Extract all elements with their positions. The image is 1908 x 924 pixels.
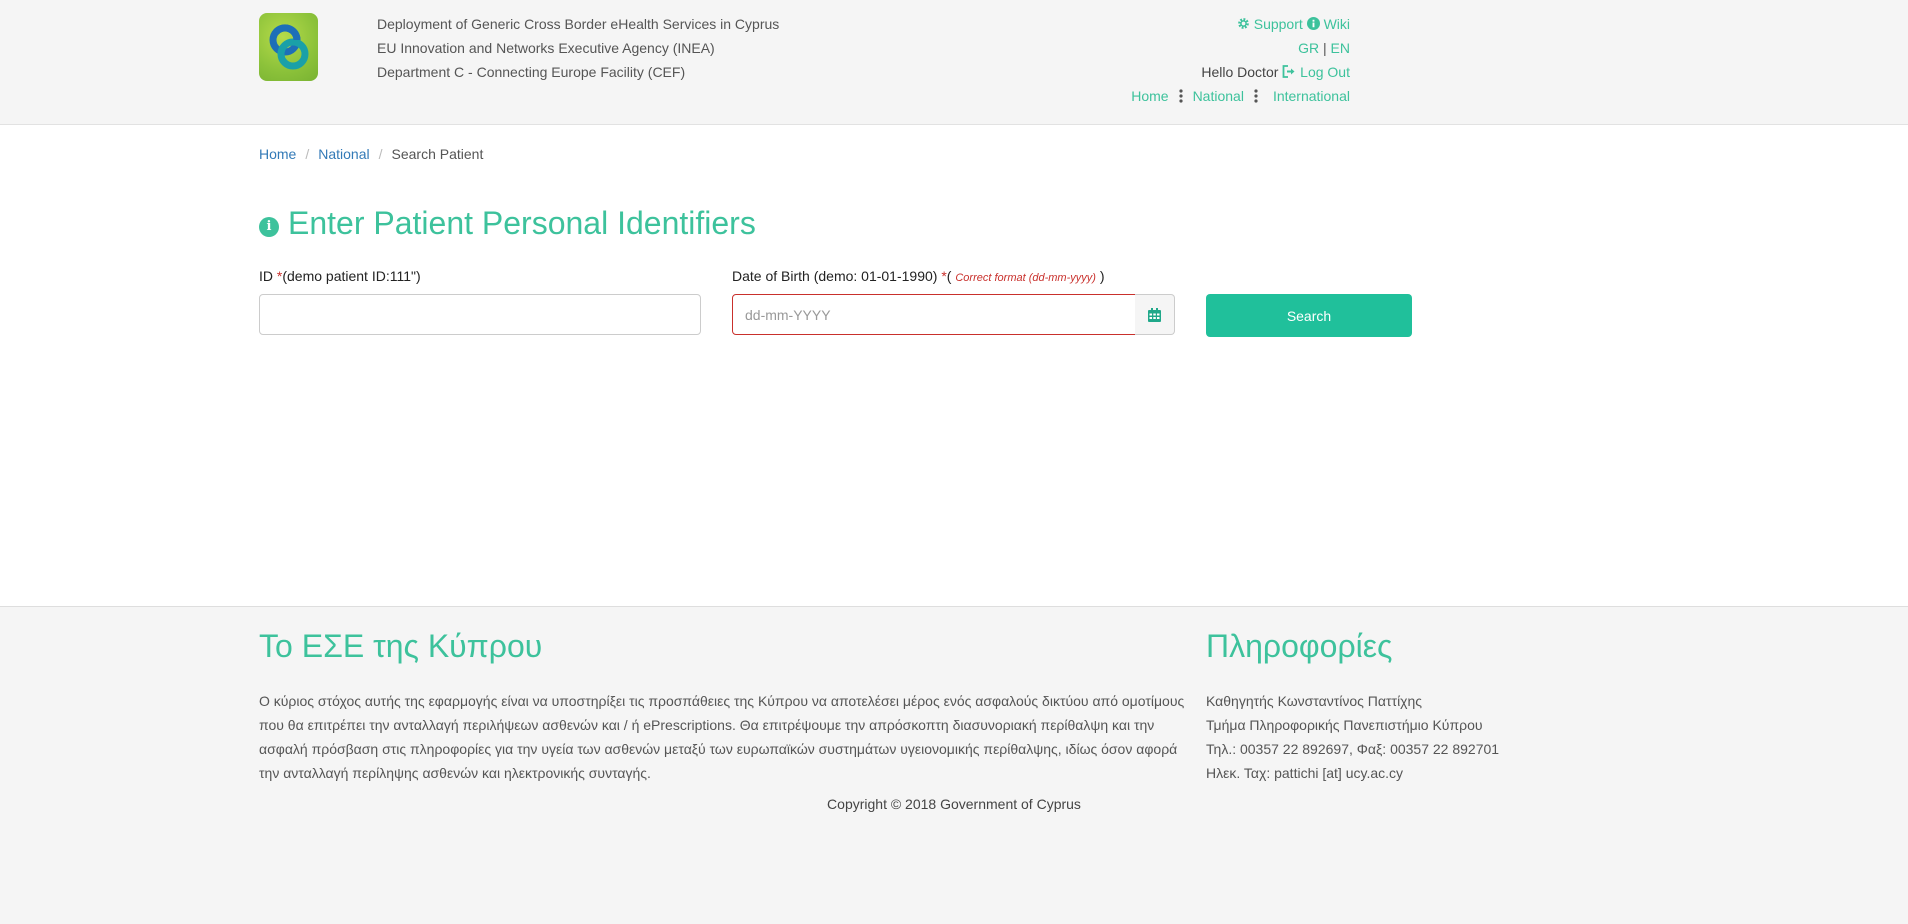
info-circle-icon: i	[259, 217, 279, 237]
logout-link[interactable]: Log Out	[1282, 64, 1350, 80]
greeting-text: Hello Doctor	[1201, 64, 1279, 80]
nav-national[interactable]: National	[1193, 88, 1244, 104]
contact-name: Καθηγητής Κωνσταντίνος Παττίχης	[1206, 693, 1423, 709]
gear-icon	[1238, 18, 1249, 29]
breadcrumb-current: Search Patient	[391, 146, 484, 162]
footer-info-title: Πληροφορίες	[1206, 628, 1393, 664]
contact-email: Ηλεκ. Ταχ: pattichi [at] ucy.ac.cy	[1206, 765, 1404, 781]
date-of-birth-input[interactable]	[732, 294, 1136, 335]
dob-close-paren: )	[1099, 268, 1105, 284]
page-title: i Enter Patient Personal Identifiers	[259, 205, 756, 242]
nav-international[interactable]: International	[1273, 88, 1350, 104]
lang-separator: |	[1323, 40, 1327, 56]
breadcrumb-separator: /	[305, 146, 310, 162]
contact-phone: Τηλ.: 00357 22 892697, Φαξ: 00357 22 892…	[1206, 741, 1500, 757]
breadcrumb-separator: /	[378, 146, 383, 162]
calendar-icon	[1148, 308, 1161, 322]
site-header: Deployment of Generic Cross Border eHeal…	[0, 0, 1908, 125]
user-area: Hello Doctor Log Out	[1201, 64, 1350, 80]
footer-about-title: Το ΕΣΕ της Κύπρου	[259, 628, 543, 664]
language-switcher: GR | EN	[1298, 40, 1350, 56]
nav-home[interactable]: Home	[1131, 88, 1168, 104]
lang-gr-link[interactable]: GR	[1298, 40, 1319, 56]
dob-label-text: Date of Birth (demo: 01-01-1990)	[732, 268, 938, 284]
vertical-dots-icon	[1254, 89, 1258, 103]
copyright-text: Copyright © 2018 Government of Cyprus	[827, 796, 1081, 812]
id-label-text: ID	[259, 268, 273, 284]
header-agency: EU Innovation and Networks Executive Age…	[377, 40, 715, 56]
wiki-link[interactable]: Wiki	[1306, 16, 1350, 32]
ehealth-logo[interactable]	[259, 13, 318, 81]
sign-out-icon	[1282, 65, 1295, 78]
search-button[interactable]: Search	[1206, 294, 1412, 337]
vertical-dots-icon	[1178, 89, 1183, 103]
header-department: Department C - Connecting Europe Facilit…	[377, 64, 686, 80]
dob-open-paren: (	[946, 268, 952, 284]
footer-contact-info: Καθηγητής Κωνσταντίνος Παττίχης Τμήμα Πλ…	[1206, 689, 1499, 785]
page-title-text: Enter Patient Personal Identifiers	[288, 205, 756, 241]
header-project-title: Deployment of Generic Cross Border eHeal…	[377, 16, 780, 32]
footer-about-text: Ο κύριος στόχος αυτής της εφαρμογής είνα…	[259, 693, 1185, 781]
header-support-links: Support Wiki	[1237, 16, 1350, 32]
support-link[interactable]: Support	[1237, 16, 1303, 32]
calendar-button[interactable]	[1135, 294, 1175, 335]
patient-id-input[interactable]	[259, 294, 701, 335]
dob-field-label: Date of Birth (demo: 01-01-1990) *( Corr…	[732, 268, 1104, 284]
logout-label: Log Out	[1300, 64, 1350, 80]
support-label: Support	[1253, 16, 1303, 32]
contact-department: Τμήμα Πληροφορικής Πανεπιστήμιο Κύπρου	[1206, 717, 1483, 733]
main-nav: Home National International	[1131, 88, 1350, 104]
breadcrumb-home[interactable]: Home	[259, 146, 296, 162]
wiki-label: Wiki	[1323, 16, 1350, 32]
id-field-label: ID *(demo patient ID:111")	[259, 268, 421, 284]
breadcrumb-national[interactable]: National	[318, 146, 369, 162]
breadcrumb: Home / National / Search Patient	[259, 146, 483, 162]
lang-en-link[interactable]: EN	[1331, 40, 1350, 56]
info-circle-icon	[1306, 17, 1320, 30]
main-content	[0, 125, 1908, 607]
id-hint: (demo patient ID:111")	[282, 268, 421, 284]
dob-format-error: Correct format (dd-mm-yyyy)	[955, 272, 1096, 284]
